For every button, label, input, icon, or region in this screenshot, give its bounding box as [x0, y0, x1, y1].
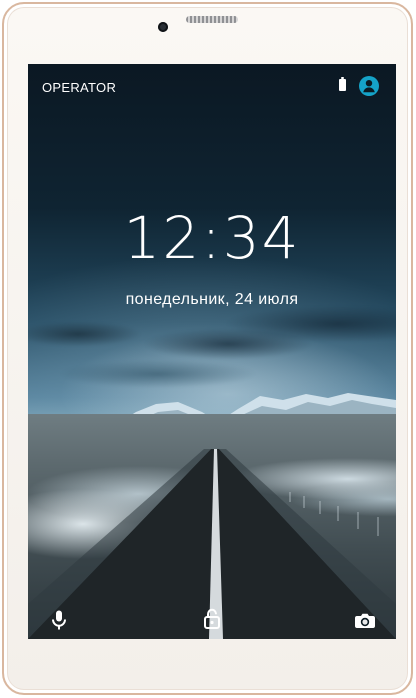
battery-icon	[339, 77, 346, 91]
mic-icon[interactable]	[50, 609, 68, 631]
user-icon[interactable]	[359, 76, 379, 96]
front-camera-icon	[158, 22, 168, 32]
lock-screen: OPERATOR 12:34 понедельник, 24 июля	[28, 64, 396, 639]
lockscreen-time: 12:34	[123, 204, 301, 272]
unlock-icon[interactable]	[202, 607, 222, 631]
speaker-grille	[186, 16, 238, 23]
operator-name: OPERATOR	[42, 80, 117, 95]
tablet-device: OPERATOR 12:34 понедельник, 24 июля	[2, 2, 413, 695]
lockscreen-date: понедельник, 24 июля	[125, 291, 299, 308]
status-bar: OPERATOR	[28, 64, 396, 110]
camera-icon[interactable]	[354, 610, 376, 630]
wallpaper-road	[28, 449, 396, 639]
